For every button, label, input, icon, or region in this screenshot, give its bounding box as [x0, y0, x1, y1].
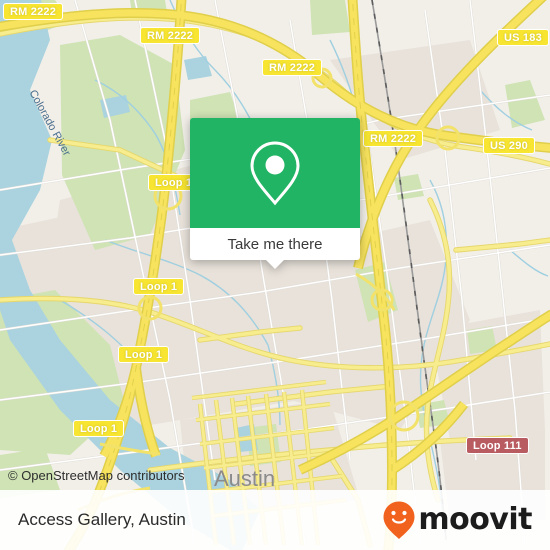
take-me-there-label: Take me there — [227, 235, 323, 253]
road-shield: US 290 — [483, 137, 535, 154]
road-shield: Loop 1 — [73, 420, 125, 437]
map-screen: RM 2222 RM 2222 RM 2222 RM 2222 US 183 US 290… — [0, 0, 550, 550]
moovit-pin-smiley-icon — [383, 501, 415, 539]
location-popup[interactable]: Take me there — [190, 118, 360, 269]
road-shield: Loop 1 — [133, 278, 185, 295]
road-shield: RM 2222 — [363, 130, 424, 147]
road-shield: Loop 1 — [118, 346, 170, 363]
road-shield: RM 2222 — [140, 27, 201, 44]
map-pin-icon — [250, 141, 300, 206]
footer-bar: Access Gallery, Austin moovit — [0, 490, 550, 550]
moovit-brand[interactable]: moovit — [382, 500, 532, 540]
road-shield: RM 2222 — [3, 3, 64, 20]
road-shield: Loop 111 — [466, 437, 529, 454]
popup-header — [190, 118, 360, 228]
popup-action-bar[interactable]: Take me there — [190, 228, 360, 269]
openstreetmap-attribution[interactable]: © OpenStreetMap contributors — [8, 468, 185, 483]
road-shield: US 183 — [497, 29, 549, 46]
city-label-austin: Austin — [214, 466, 276, 491]
place-title: Access Gallery, Austin — [18, 510, 186, 529]
road-shield: RM 2222 — [262, 59, 323, 76]
moovit-wordmark: moovit — [418, 502, 532, 537]
popup-tail — [265, 259, 285, 269]
